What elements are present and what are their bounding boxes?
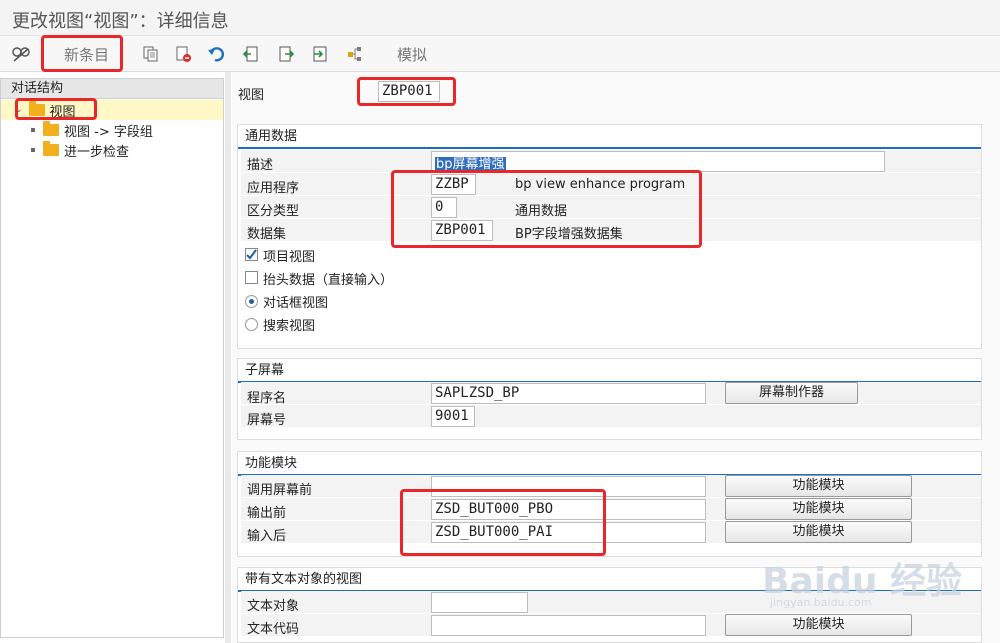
- title-bar: 更改视图“视图”：详细信息: [0, 0, 1000, 36]
- description-field[interactable]: bp屏幕增强: [431, 151, 885, 172]
- tree-item-field-groups[interactable]: 视图 -> 字段组: [31, 120, 153, 140]
- display-change-icon[interactable]: [10, 43, 32, 65]
- text-object-label: 文本对象: [247, 599, 300, 614]
- diff-type-label: 区分类型: [247, 204, 300, 219]
- item-view-label: 项目视图: [263, 250, 316, 265]
- program-name-label: 程序名: [247, 391, 287, 406]
- text-code-label: 文本代码: [247, 622, 300, 637]
- tree-item-view[interactable]: ⌄ 视图: [1, 100, 223, 120]
- bullet-icon: [31, 148, 35, 152]
- header-data-label: 抬头数据（直接输入）: [263, 273, 394, 288]
- select-all-icon[interactable]: [309, 43, 331, 65]
- previous-entry-icon[interactable]: [240, 43, 262, 65]
- simulate-button[interactable]: 模拟: [397, 44, 427, 65]
- text-code-fm-button[interactable]: 功能模块: [725, 614, 912, 636]
- pai-field[interactable]: ZSD_BUT000_PAI: [431, 522, 706, 543]
- header-data-checkbox[interactable]: [245, 271, 258, 284]
- description-label: 描述: [247, 158, 274, 173]
- pbo-label: 输出前: [247, 506, 287, 521]
- pai-label: 输入后: [247, 529, 287, 544]
- application-field[interactable]: ZZBP: [431, 174, 476, 195]
- group-title: 通用数据: [238, 125, 981, 149]
- view-label: 视图: [238, 88, 265, 103]
- toolbar: 新条目 模拟: [0, 36, 1000, 72]
- bullet-icon: [31, 128, 35, 132]
- folder-icon: [43, 141, 59, 156]
- hierarchy-icon[interactable]: [344, 43, 366, 65]
- screen-painter-button[interactable]: 屏幕制作器: [725, 382, 858, 404]
- view-field[interactable]: ZBP001: [378, 81, 440, 102]
- group-title: 功能模块: [238, 452, 981, 476]
- diff-type-field[interactable]: 0: [431, 197, 457, 218]
- search-view-radio[interactable]: [245, 318, 258, 331]
- tree-item-label: 进一步检查: [64, 144, 130, 160]
- search-view-label: 搜索视图: [263, 319, 316, 334]
- expand-caret-icon[interactable]: ⌄: [15, 105, 23, 115]
- description-value: bp屏幕增强: [435, 157, 506, 172]
- pane-splitter[interactable]: [225, 72, 231, 643]
- new-entry-button[interactable]: 新条目: [64, 44, 109, 65]
- delete-icon[interactable]: [172, 43, 194, 65]
- next-entry-icon[interactable]: [275, 43, 297, 65]
- dataset-label: 数据集: [247, 227, 287, 242]
- diff-type-text: 通用数据: [515, 204, 568, 219]
- text-code-field[interactable]: [431, 615, 706, 636]
- text-object-field[interactable]: [431, 592, 528, 613]
- dataset-text: BP字段增强数据集: [515, 227, 623, 242]
- screen-number-field[interactable]: 9001: [431, 406, 475, 427]
- pbo-field[interactable]: ZSD_BUT000_PBO: [431, 499, 706, 520]
- undo-icon[interactable]: [205, 43, 227, 65]
- form-row: [241, 196, 981, 219]
- pbo-fm-button[interactable]: 功能模块: [725, 498, 912, 520]
- page-title: 更改视图“视图”：详细信息: [12, 11, 229, 32]
- application-text: bp view enhance program: [515, 177, 686, 192]
- call-screen-field[interactable]: [431, 476, 706, 497]
- tree-item-label: 视图: [49, 104, 76, 120]
- item-view-checkbox[interactable]: [245, 248, 258, 261]
- screen-number-label: 屏幕号: [247, 413, 287, 428]
- copy-icon[interactable]: [140, 43, 162, 65]
- form-row: [241, 405, 981, 428]
- group-title: 子屏幕: [238, 359, 981, 383]
- pai-fm-button[interactable]: 功能模块: [725, 521, 912, 543]
- call-screen-fm-button[interactable]: 功能模块: [725, 475, 912, 497]
- application-label: 应用程序: [247, 181, 300, 196]
- watermark-url: jingyan.baidu.com: [770, 596, 872, 609]
- tree-header: 对话结构: [1, 79, 223, 99]
- folder-open-icon: [28, 101, 45, 116]
- tree-item-label: 视图 -> 字段组: [64, 124, 153, 140]
- dialog-view-radio[interactable]: [245, 295, 258, 308]
- dataset-field[interactable]: ZBP001: [431, 220, 493, 241]
- tree-item-further-checks[interactable]: 进一步检查: [31, 140, 129, 160]
- dialog-view-label: 对话框视图: [263, 296, 329, 311]
- call-screen-label: 调用屏幕前: [247, 483, 313, 498]
- dialog-structure-tree: 对话结构 ⌄ 视图 视图 -> 字段组 进一步检查: [0, 78, 224, 638]
- program-name-field[interactable]: SAPLZSD_BP: [431, 383, 706, 404]
- folder-icon: [43, 121, 59, 136]
